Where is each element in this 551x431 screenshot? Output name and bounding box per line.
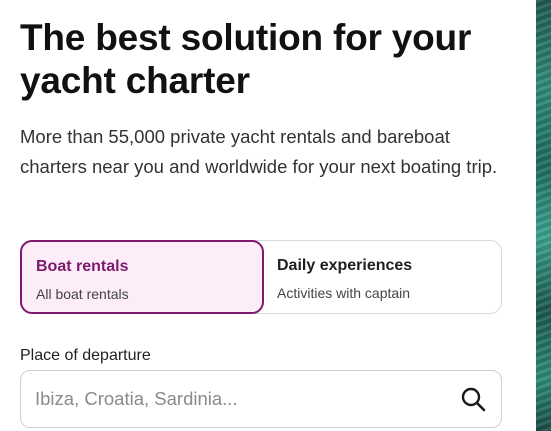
tab-subtitle: All boat rentals bbox=[36, 286, 129, 302]
departure-search-box bbox=[20, 370, 502, 428]
hero-subtitle: More than 55,000 private yacht rentals a… bbox=[20, 126, 498, 177]
tab-daily-experiences[interactable]: Daily experiences Activities with captai… bbox=[264, 241, 501, 313]
tab-title: Boat rentals bbox=[36, 258, 129, 275]
hero-panel: The best solution for your yacht charter… bbox=[20, 0, 520, 428]
departure-field-label: Place of departure bbox=[20, 347, 151, 364]
tab-title: Daily experiences bbox=[277, 257, 413, 274]
search-icon-glyph bbox=[461, 387, 486, 412]
rental-type-tabs: Boat rentals All boat rentals Daily expe… bbox=[20, 240, 502, 314]
background-photo-edge bbox=[536, 0, 551, 431]
page: The best solution for your yacht charter… bbox=[0, 0, 551, 431]
tab-boat-rentals[interactable]: Boat rentals All boat rentals bbox=[20, 240, 264, 314]
departure-search-input[interactable] bbox=[35, 388, 459, 410]
search-icon[interactable] bbox=[459, 385, 487, 413]
page-title: The best solution for your yacht charter bbox=[20, 17, 472, 101]
tab-subtitle: Activities with captain bbox=[277, 285, 411, 301]
